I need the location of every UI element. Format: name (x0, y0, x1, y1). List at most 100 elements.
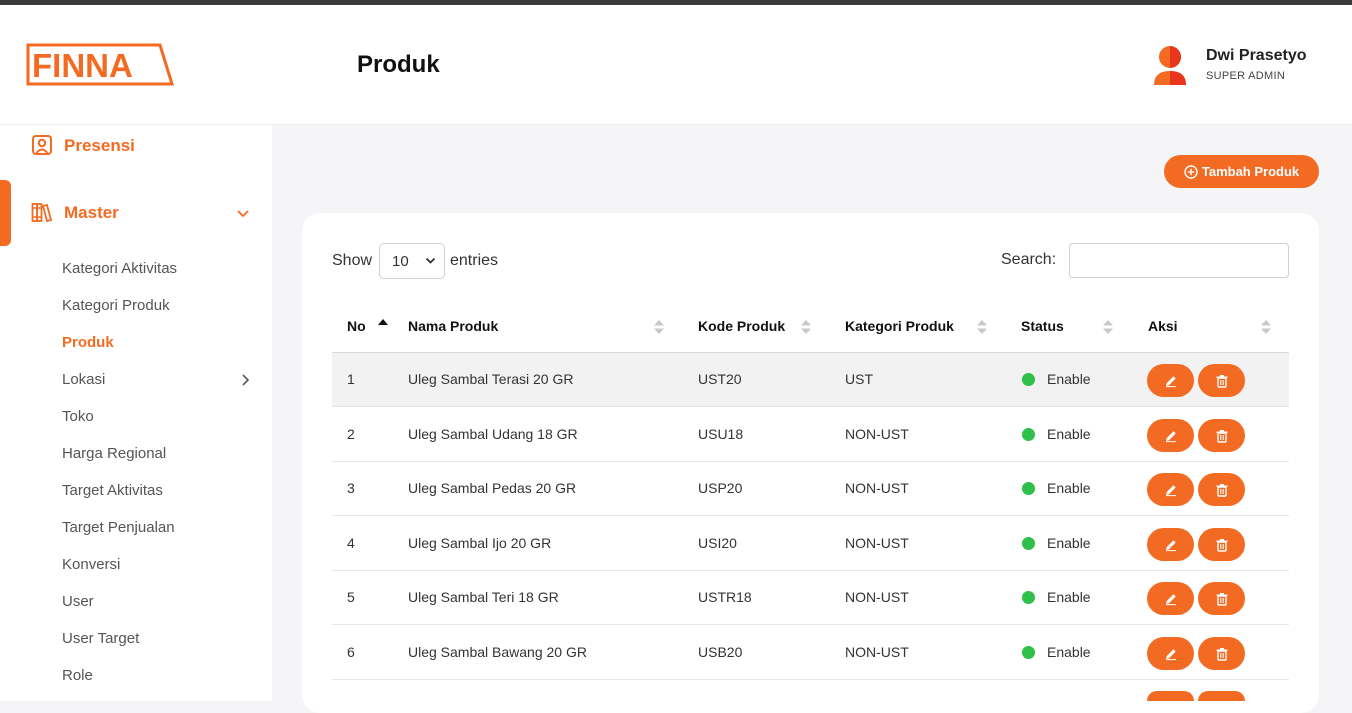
cell-kode-produk: USTR18 (698, 589, 752, 605)
cell-no: 1 (347, 371, 355, 387)
status-dot (1022, 537, 1035, 550)
cell-kode-produk: USI20 (698, 535, 737, 551)
sidebar-subitem-toko[interactable]: Toko (62, 408, 94, 425)
sidebar-item-label: Master (64, 203, 119, 222)
cell-no: 6 (347, 644, 355, 660)
cell-nama-produk: Uleg Sambal Pedas 20 GR (408, 480, 577, 496)
trash-icon (1216, 483, 1227, 497)
table-row[interactable]: 5 Uleg Sambal Teri 18 GR USTR18 NON-UST … (332, 571, 1289, 625)
sort-icon[interactable] (1261, 319, 1271, 335)
cell-no: 3 (347, 480, 355, 496)
edit-button[interactable] (1147, 691, 1194, 701)
edit-button[interactable] (1147, 582, 1194, 615)
add-product-button[interactable]: Tambah Produk (1164, 155, 1319, 188)
pencil-icon (1165, 539, 1176, 551)
edit-button[interactable] (1147, 637, 1194, 670)
entries-select[interactable]: 10 (379, 243, 445, 279)
cell-kode-produk: USU18 (698, 426, 744, 442)
sidebar: Presensi Master Kategori Aktivitas Kateg… (0, 125, 272, 701)
add-product-label: Tambah Produk (1201, 164, 1300, 179)
pencil-icon (1165, 484, 1176, 496)
status-dot (1022, 482, 1035, 495)
user-profile[interactable]: Dwi Prasetyo SUPER ADMIN (1152, 45, 1342, 89)
sidebar-subitem-user-target[interactable]: User Target (62, 630, 139, 647)
cell-nama-produk: Uleg Sambal Terasi 20 GR (408, 371, 574, 387)
trash-icon (1216, 429, 1227, 443)
sidebar-subitem-produk[interactable]: Produk (62, 334, 114, 351)
sort-icon[interactable] (654, 319, 664, 335)
cell-kategori-produk: NON-UST (845, 535, 909, 551)
page-title: Produk (357, 51, 440, 78)
table-row[interactable]: 6 Uleg Sambal Bawang 20 GR USB20 NON-UST… (332, 626, 1289, 680)
sort-asc-icon[interactable] (378, 318, 388, 334)
sort-icon[interactable] (977, 319, 987, 335)
edit-button[interactable] (1147, 473, 1194, 506)
cell-no: 5 (347, 589, 355, 605)
column-header-aksi[interactable]: Aksi (1148, 318, 1178, 334)
delete-button[interactable] (1198, 691, 1245, 701)
edit-button[interactable] (1147, 528, 1194, 561)
trash-icon (1216, 538, 1227, 552)
edit-button[interactable] (1147, 419, 1194, 452)
cell-kategori-produk: NON-UST (845, 426, 909, 442)
column-header-no[interactable]: No (347, 318, 366, 334)
sidebar-subitem-konversi[interactable]: Konversi (62, 556, 120, 573)
sidebar-subitem-lokasi[interactable]: Lokasi (62, 371, 105, 388)
status-dot (1022, 428, 1035, 441)
column-header-kategori-produk[interactable]: Kategori Produk (845, 318, 954, 334)
table-row[interactable]: 1 Uleg Sambal Terasi 20 GR UST20 UST Ena… (332, 353, 1289, 407)
cell-kategori-produk: NON-UST (845, 589, 909, 605)
pencil-icon (1165, 430, 1176, 442)
show-label: Show (332, 252, 373, 269)
sidebar-subitem-kategori-produk[interactable]: Kategori Produk (62, 297, 170, 314)
pencil-icon (1165, 648, 1176, 660)
cell-status: Enable (1047, 644, 1091, 660)
delete-button[interactable] (1198, 637, 1245, 670)
cell-no: 4 (347, 535, 355, 551)
search-label: Search: (1001, 251, 1057, 268)
table-row[interactable]: 3 Uleg Sambal Pedas 20 GR USP20 NON-UST … (332, 462, 1289, 516)
sort-icon[interactable] (1103, 319, 1113, 335)
delete-button[interactable] (1198, 364, 1245, 397)
table-row[interactable]: 4 Uleg Sambal Ijo 20 GR USI20 NON-UST En… (332, 517, 1289, 571)
sidebar-item-presensi[interactable]: Presensi (0, 125, 272, 165)
edit-button[interactable] (1147, 364, 1194, 397)
table-row[interactable]: 2 Uleg Sambal Udang 18 GR USU18 NON-UST … (332, 408, 1289, 462)
sidebar-subitem-role[interactable]: Role (62, 667, 93, 684)
cell-kode-produk: UST20 (698, 371, 742, 387)
books-icon (31, 203, 53, 223)
app-header: FINNA Produk Dwi Prasetyo SUPER ADMIN (0, 5, 1352, 125)
status-dot (1022, 373, 1035, 386)
sidebar-subitem-harga-regional[interactable]: Harga Regional (62, 445, 166, 462)
delete-button[interactable] (1198, 528, 1245, 561)
delete-button[interactable] (1198, 473, 1245, 506)
finna-logo[interactable]: FINNA (26, 42, 174, 87)
cell-kategori-produk: UST (845, 371, 873, 387)
cell-nama-produk: Uleg Sambal Ijo 20 GR (408, 535, 552, 551)
sort-icon[interactable] (801, 319, 811, 335)
pencil-icon (1165, 593, 1176, 605)
chevron-right-icon (242, 374, 250, 386)
sidebar-subitem-target-penjualan[interactable]: Target Penjualan (62, 519, 175, 536)
column-header-nama-produk[interactable]: Nama Produk (408, 318, 498, 334)
status-dot (1022, 591, 1035, 604)
search-input[interactable] (1069, 243, 1289, 278)
column-header-status[interactable]: Status (1021, 318, 1064, 334)
plus-circle-icon (1184, 164, 1198, 179)
sidebar-subitem-kategori-aktivitas[interactable]: Kategori Aktivitas (62, 260, 177, 277)
sidebar-subitem-user[interactable]: User (62, 593, 94, 610)
cell-kategori-produk: NON-UST (845, 480, 909, 496)
delete-button[interactable] (1198, 582, 1245, 615)
status-dot (1022, 646, 1035, 659)
cell-kode-produk: USP20 (698, 480, 743, 496)
cell-status: Enable (1047, 480, 1091, 496)
entries-value: 10 (392, 252, 409, 270)
cell-nama-produk: Uleg Sambal Teri 18 GR (408, 589, 559, 605)
sidebar-subitem-target-aktivitas[interactable]: Target Aktivitas (62, 482, 163, 499)
column-header-kode-produk[interactable]: Kode Produk (698, 318, 785, 334)
cell-no: 2 (347, 426, 355, 442)
sidebar-item-master[interactable]: Master (0, 192, 272, 232)
delete-button[interactable] (1198, 419, 1245, 452)
cell-status: Enable (1047, 535, 1091, 551)
chevron-down-icon (425, 257, 436, 264)
